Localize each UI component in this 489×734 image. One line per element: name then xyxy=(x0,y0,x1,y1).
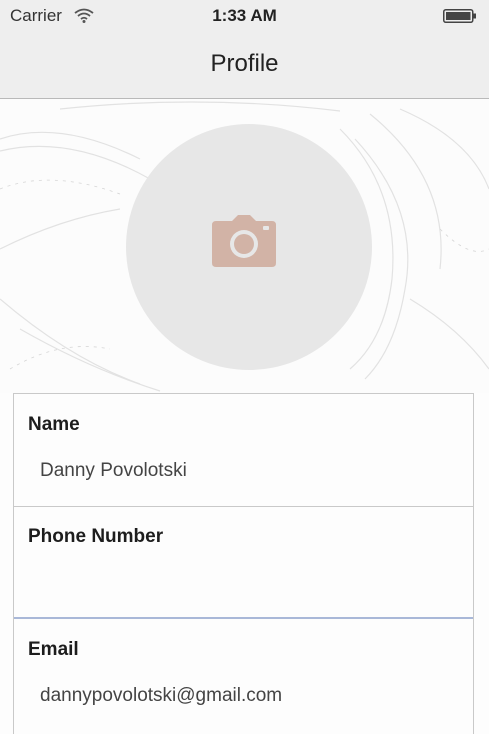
email-field: Email xyxy=(14,619,473,732)
camera-icon[interactable] xyxy=(212,215,276,267)
phone-input[interactable] xyxy=(40,568,460,598)
status-time: 1:33 AM xyxy=(212,6,277,25)
name-field: Name xyxy=(14,394,473,507)
name-label: Name xyxy=(28,414,80,435)
page-title: Profile xyxy=(210,50,279,77)
profile-screen: Carrier 1:33 AM Profile Name Danny Povol… xyxy=(0,0,489,734)
phone-label: Phone Number xyxy=(28,526,164,547)
email-input[interactable] xyxy=(40,681,460,711)
navigation-bar: Profile xyxy=(0,32,489,99)
status-bar: Carrier 1:33 AM xyxy=(0,0,489,32)
battery-icon xyxy=(443,9,476,23)
name-input[interactable] xyxy=(40,456,460,486)
email-label: Email xyxy=(28,639,79,660)
profile-form: Name Phone Number Email xyxy=(13,393,474,734)
phone-field: Phone Number xyxy=(14,506,473,619)
